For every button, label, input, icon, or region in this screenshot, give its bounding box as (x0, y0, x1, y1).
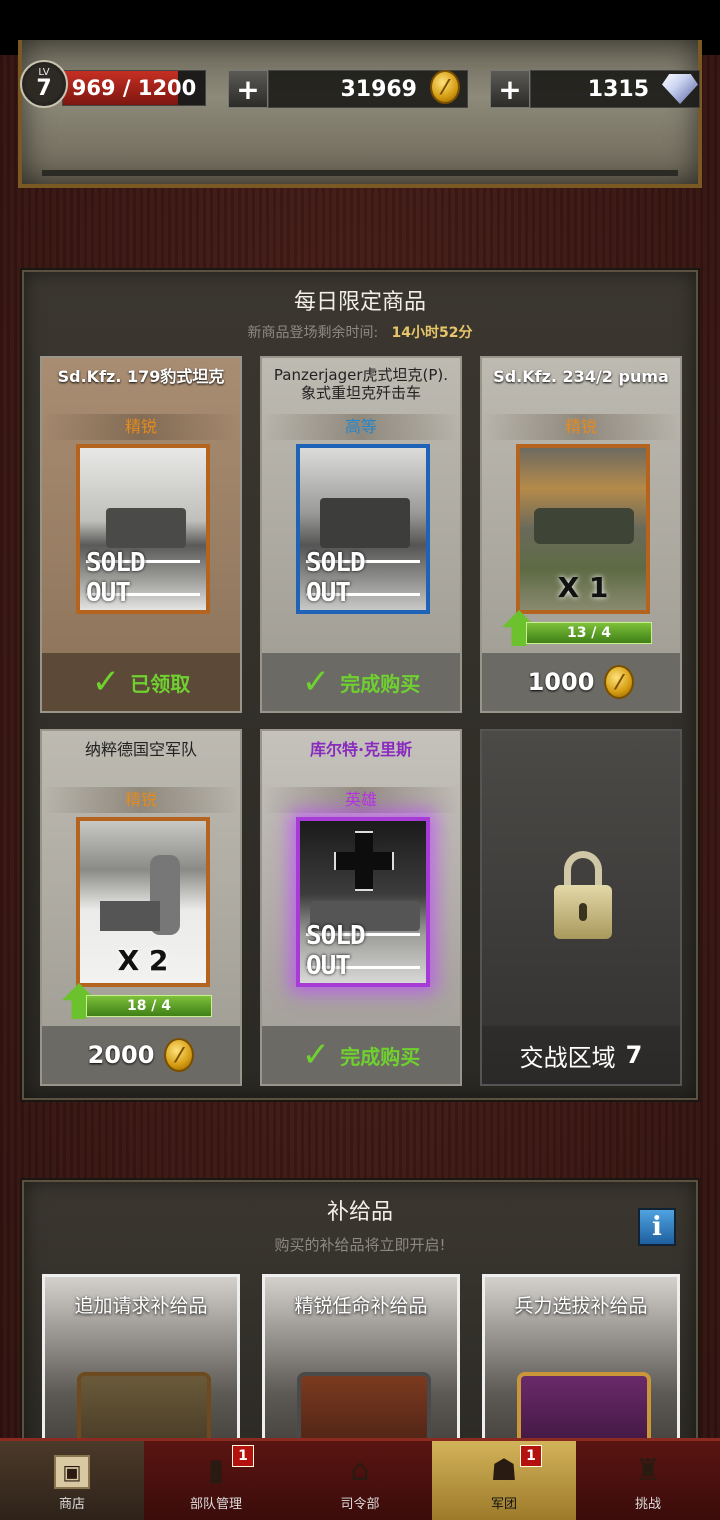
check-icon: ✓ (301, 662, 331, 702)
countdown-label: 新商品登场剩余时间: (247, 325, 379, 341)
daily-shop-title: 每日限定商品 (293, 290, 426, 315)
xp-text: 969 / 1200 (71, 76, 197, 100)
card-footer: ✓ 完成购买 (262, 653, 460, 711)
unit-image: SOLD OUT (296, 817, 430, 987)
nav-shop[interactable]: ▣ 商店 (0, 1441, 144, 1520)
shop-card-puma[interactable]: Sd.Kfz. 234/2 puma 精锐 X 1 13 / 4 1000 ⁄ (480, 356, 682, 713)
hq-icon: ⌂ (350, 1452, 370, 1488)
bottom-nav: ▣ 商店 ▮ 1 部队管理 ⌂ 司令部 ☗ 1 军团 ♜ 挑战 (0, 1438, 720, 1520)
supply-subtitle: 购买的补给品将立即开启! (274, 1236, 446, 1254)
gold-coin-icon: ⁄ (604, 665, 635, 699)
shop-card-locked[interactable]: 交战区域 7 (480, 729, 682, 1086)
card-rank: 精锐 (482, 414, 680, 440)
card-progress: 13 / 4 (526, 622, 652, 644)
card-rank: 高等 (262, 414, 460, 440)
notification-badge: 1 (520, 1445, 542, 1467)
gem-amount: 1315 (587, 76, 649, 102)
nav-unit-management[interactable]: ▮ 1 部队管理 (144, 1441, 288, 1520)
book-icon: ▮ (207, 1452, 225, 1488)
card-progress: 18 / 4 (86, 995, 212, 1017)
supply-label: 兵力选拔补给品 (514, 1295, 648, 1317)
sold-out-stamp: SOLD OUT (306, 548, 420, 608)
card-rank: 精锐 (42, 787, 240, 813)
supply-panel: 补给品 购买的补给品将立即开启! i 追加请求补给品 精锐任命补给品 兵力选拔补… (22, 1180, 698, 1480)
nav-label: 司令部 (340, 1497, 380, 1512)
card-name: Sd.Kfz. 179豹式坦克 (57, 367, 225, 386)
group-icon: ☗ (490, 1452, 518, 1488)
check-icon: ✓ (91, 662, 121, 702)
footer-status: 已领取 (130, 671, 191, 696)
daily-countdown: 新商品登场剩余时间: 14小时52分 (24, 322, 696, 342)
buy-button[interactable]: 1000 ⁄ (482, 653, 680, 711)
unit-image: SOLD OUT (76, 444, 210, 614)
gold-coin-icon: ⁄ (430, 70, 460, 104)
nav-challenge[interactable]: ♜ 挑战 (576, 1441, 720, 1520)
nav-label: 军团 (490, 1497, 517, 1512)
level-number: 7 (36, 76, 52, 101)
card-name: 库尔特·克里斯 (309, 740, 413, 759)
unit-multiplier: X 1 (557, 571, 609, 604)
shop-card-panther[interactable]: Sd.Kfz. 179豹式坦克 精锐 SOLD OUT ✓ 已领取 (40, 356, 242, 713)
sold-out-stamp: SOLD OUT (306, 921, 420, 981)
nav-headquarters[interactable]: ⌂ 司令部 (288, 1441, 432, 1520)
unit-multiplier: X 2 (117, 944, 169, 977)
gold-coin-icon: ⁄ (164, 1038, 195, 1072)
add-gems-button[interactable]: + (490, 70, 530, 108)
daily-shop-panel: 每日限定商品 新商品登场剩余时间: 14小时52分 Sd.Kfz. 179豹式坦… (22, 270, 698, 1100)
price: 2000 (87, 1041, 155, 1069)
nav-label: 挑战 (634, 1497, 661, 1512)
zone-number: 7 (625, 1041, 643, 1069)
nav-label: 商店 (58, 1497, 85, 1512)
xp-bar: 969 / 1200 (62, 70, 206, 106)
nav-label: 部队管理 (189, 1497, 242, 1512)
card-footer: ✓ 已领取 (42, 653, 240, 711)
box-icon: ▣ (54, 1455, 90, 1489)
supply-label: 追加请求补给品 (74, 1295, 208, 1317)
trophy-icon: ♜ (634, 1452, 662, 1488)
card-footer: ✓ 完成购买 (262, 1026, 460, 1084)
unit-image: SOLD OUT (296, 444, 430, 614)
unit-image: X 2 (76, 817, 210, 987)
buy-button[interactable]: 2000 ⁄ (42, 1026, 240, 1084)
shop-card-luftwaffe[interactable]: 纳粹德国空军队 精锐 X 2 18 / 4 2000 ⁄ (40, 729, 242, 1086)
shop-card-kurt-knispel[interactable]: 库尔特·克里斯 英雄 SOLD OUT ✓ 完成购买 (260, 729, 462, 1086)
unit-image: X 1 (516, 444, 650, 614)
card-name: 纳粹德国空军队 (84, 740, 197, 759)
card-name: Sd.Kfz. 234/2 puma (493, 367, 669, 386)
price: 1000 (527, 668, 595, 696)
top-banner (18, 40, 702, 188)
zone-label: 交战区域 (519, 1043, 616, 1072)
lock-icon (554, 851, 612, 941)
level-badge[interactable]: LV 7 (20, 60, 68, 108)
add-gold-button[interactable]: + (228, 70, 268, 108)
sold-out-stamp: SOLD OUT (86, 548, 200, 608)
card-rank: 精锐 (42, 414, 240, 440)
nav-legion[interactable]: ☗ 1 军团 (432, 1441, 576, 1520)
footer-status: 完成购买 (340, 1044, 421, 1069)
shop-card-elefant[interactable]: Panzerjager虎式坦克(P). 象式重坦克歼击车 高等 SOLD OUT… (260, 356, 462, 713)
check-icon: ✓ (301, 1035, 331, 1075)
card-name: Panzerjager虎式坦克(P). 象式重坦克歼击车 (273, 366, 449, 402)
notification-badge: 1 (232, 1445, 254, 1467)
gold-amount: 31969 (340, 76, 417, 102)
card-rank: 英雄 (262, 787, 460, 813)
info-button[interactable]: i (638, 1208, 676, 1246)
footer-status: 完成购买 (340, 671, 421, 696)
supply-title: 补给品 (326, 1200, 393, 1225)
countdown-value: 14小时52分 (391, 325, 473, 341)
supply-label: 精锐任命补给品 (294, 1295, 428, 1317)
unlock-zone-label: 交战区域 7 (482, 1026, 680, 1084)
